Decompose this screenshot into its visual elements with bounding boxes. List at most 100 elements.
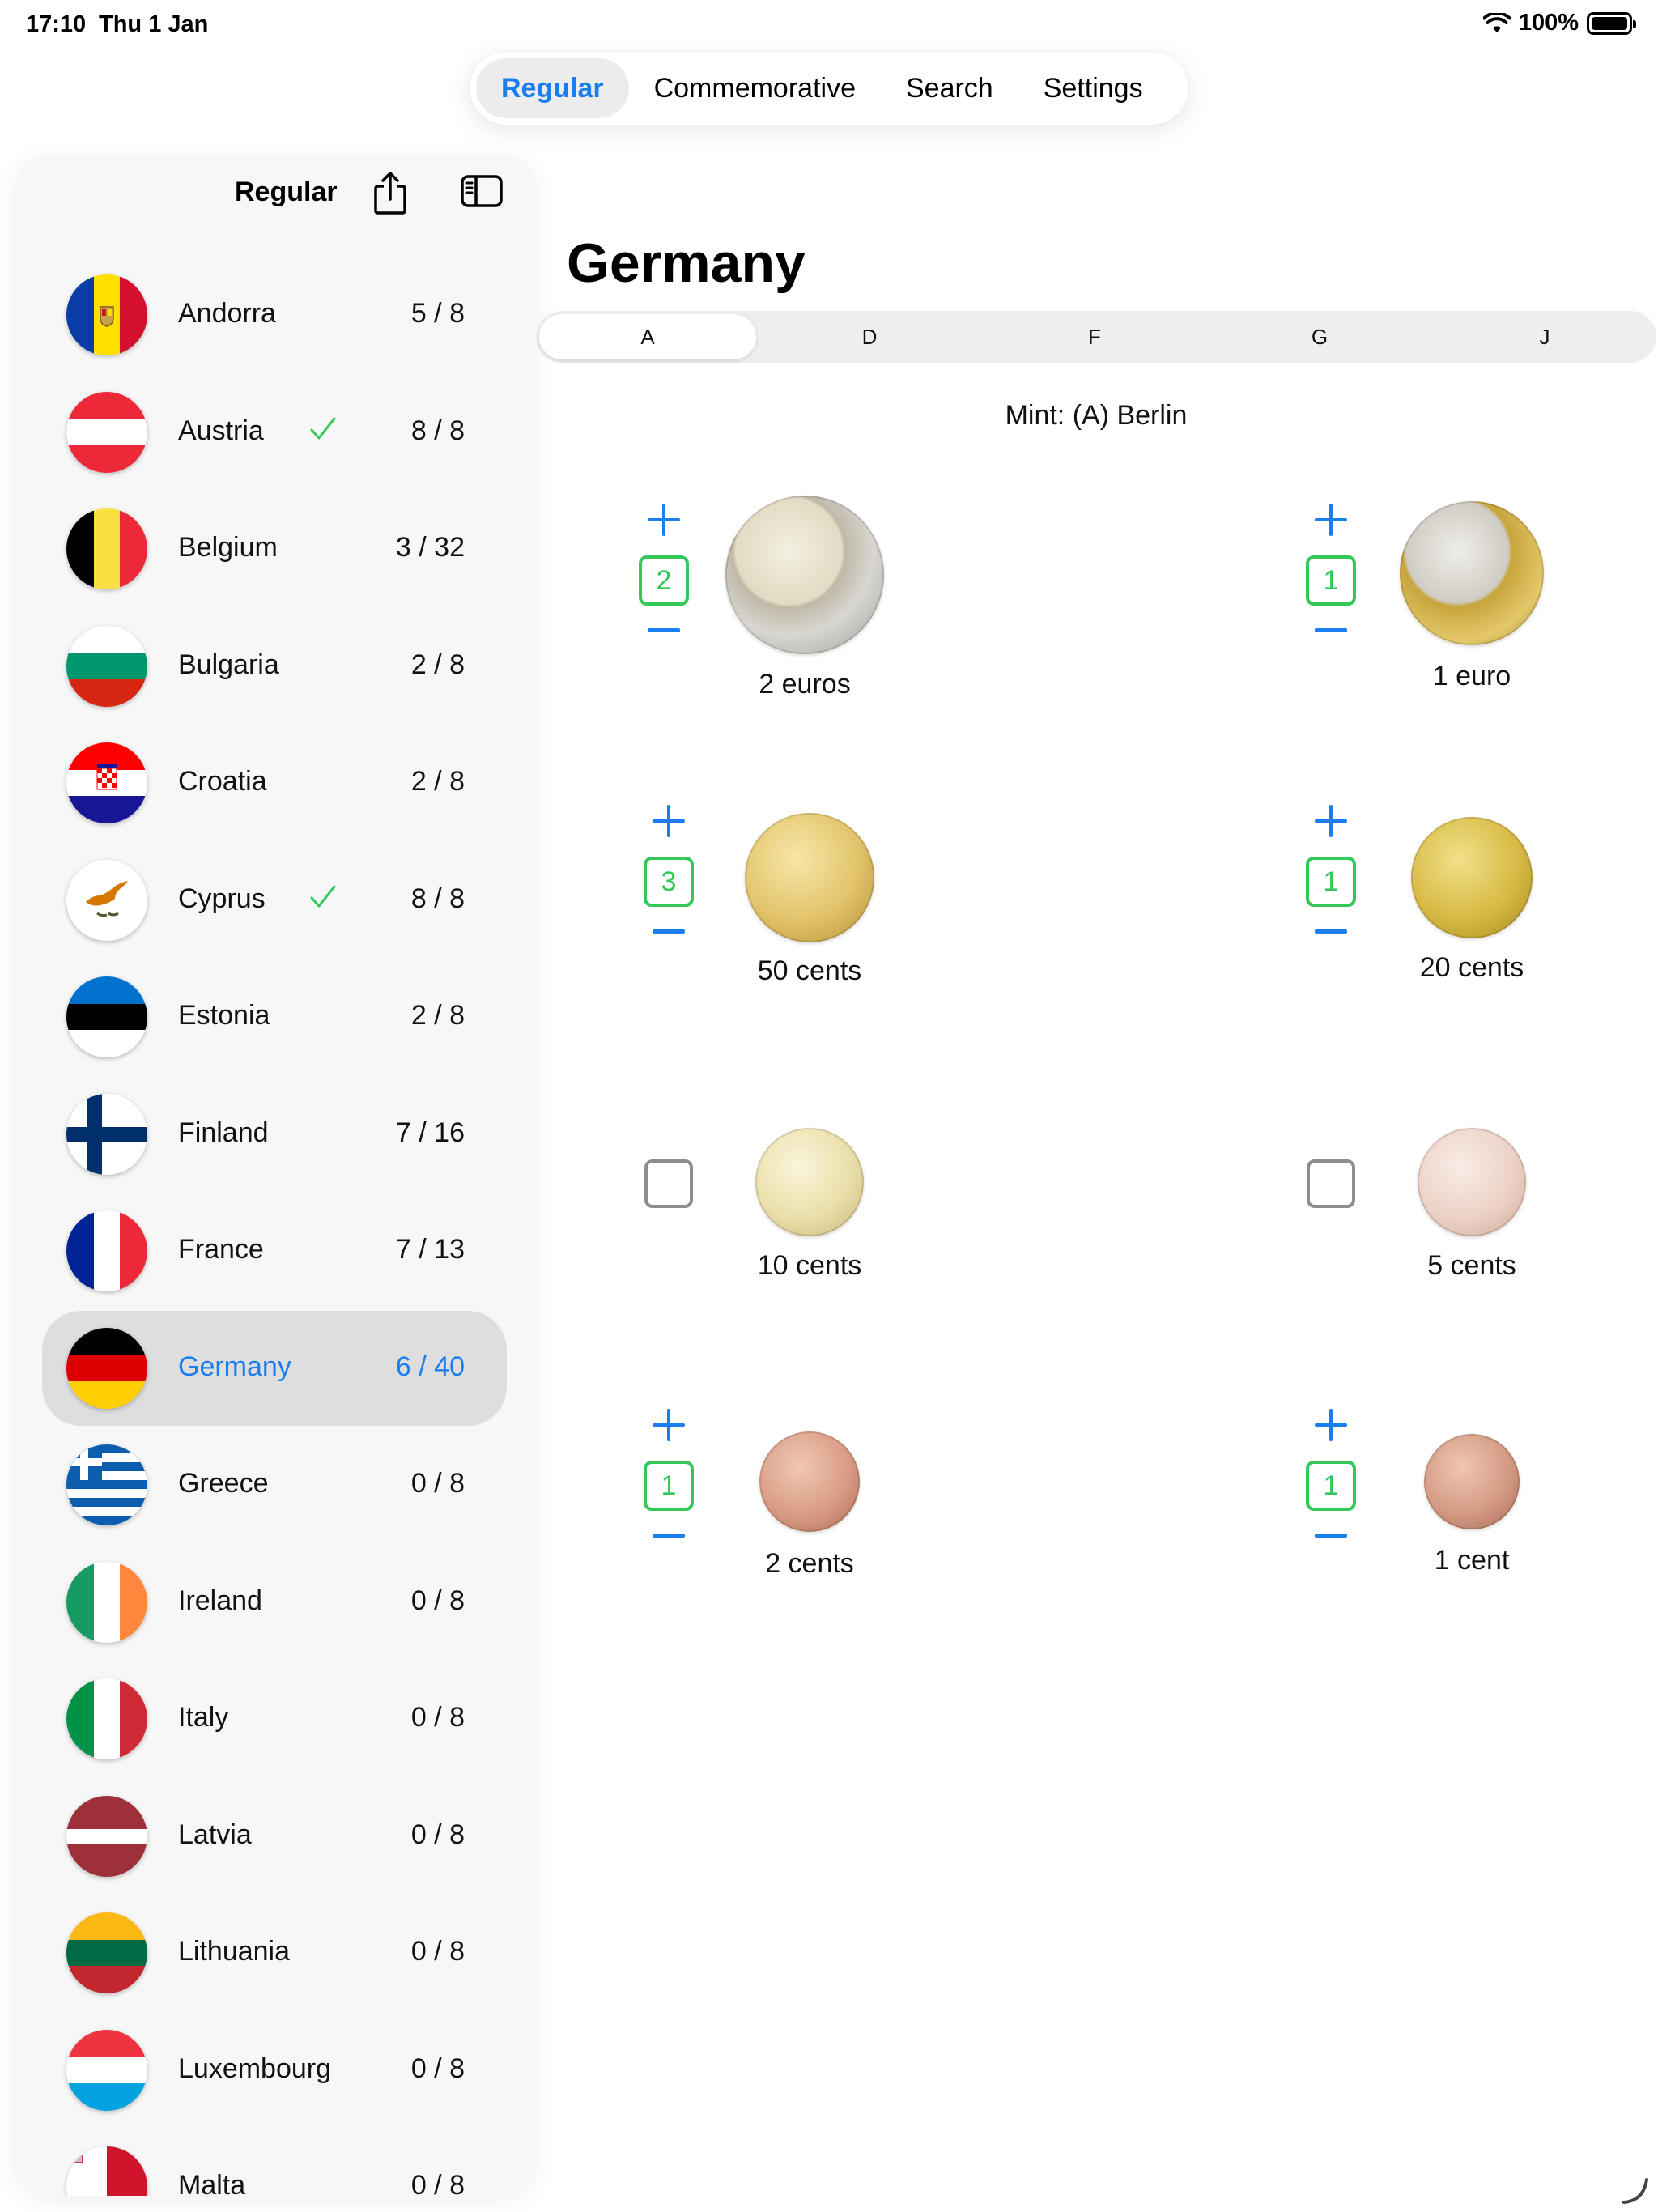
sidebar-item-ireland[interactable]: Ireland 0 / 8: [42, 1545, 507, 1660]
status-time: 17:10: [26, 11, 87, 37]
sidebar-item-greece[interactable]: Greece 0 / 8: [42, 1427, 507, 1542]
quantity-badge-2-euros: 2: [639, 555, 689, 606]
checkmark-icon: [310, 417, 336, 439]
sidebar-item-latvia[interactable]: Latvia 0 / 8: [42, 1779, 507, 1894]
sidebar-item-austria[interactable]: Austria 8 / 8: [42, 375, 507, 490]
country-count: 5 / 8: [410, 298, 465, 329]
coin-image-5-cents: [1418, 1128, 1526, 1236]
sidebar-item-andorra[interactable]: Andorra 5 / 8: [42, 257, 507, 372]
plus-icon[interactable]: [649, 802, 688, 840]
minus-icon[interactable]: [649, 1527, 688, 1543]
country-name: France: [178, 1234, 264, 1265]
mint-tab-a[interactable]: A: [539, 314, 756, 359]
flag-finland-icon: [66, 1093, 147, 1175]
flag-luxembourg-icon: [66, 2029, 147, 2111]
country-count: 8 / 8: [410, 415, 465, 446]
flag-lithuania-icon: [66, 1912, 147, 1993]
flag-croatia-icon: [66, 742, 147, 823]
country-count: 6 / 40: [395, 1351, 465, 1382]
flag-andorra-icon: [66, 274, 147, 355]
coin-label: 20 cents: [1419, 952, 1524, 983]
share-icon[interactable]: [371, 170, 410, 215]
country-name: Malta: [178, 2170, 246, 2196]
minus-icon[interactable]: [1312, 1527, 1350, 1543]
sidebar-item-germany[interactable]: Germany 6 / 40: [42, 1310, 507, 1426]
mint-tab-d[interactable]: D: [761, 314, 978, 359]
mint-tab-g[interactable]: G: [1211, 314, 1428, 359]
country-count: 0 / 8: [410, 1819, 465, 1850]
plus-icon[interactable]: [649, 1406, 688, 1444]
status-bar: 17:10 Thu 1 Jan 100%: [0, 0, 1658, 52]
country-count: 8 / 8: [410, 883, 465, 914]
flag-france-icon: [66, 1210, 147, 1291]
status-date: Thu 1 Jan: [99, 11, 209, 37]
battery-percent: 100%: [1518, 10, 1579, 36]
sidebar-item-cyprus[interactable]: Cyprus 8 / 8: [42, 843, 507, 958]
flag-latvia-icon: [66, 1795, 147, 1877]
plus-icon[interactable]: [1312, 802, 1350, 840]
tab-regular[interactable]: Regular: [476, 58, 629, 118]
quantity-badge-20-cents: 1: [1306, 857, 1356, 907]
minus-icon[interactable]: [649, 923, 688, 939]
mint-segmented-control: A D F G J: [536, 311, 1656, 363]
country-name: Andorra: [178, 298, 276, 329]
wifi-icon: [1482, 12, 1511, 32]
battery-icon: [1587, 11, 1636, 35]
tab-commemorative[interactable]: Commemorative: [629, 58, 881, 118]
sidebar-item-lithuania[interactable]: Lithuania 0 / 8: [42, 1895, 507, 2010]
tab-settings[interactable]: Settings: [1018, 58, 1168, 118]
resize-icon[interactable]: [1619, 2173, 1652, 2206]
top-tab-bar: Regular Commemorative Search Settings: [470, 52, 1188, 125]
quantity-badge-2-cents: 1: [644, 1461, 694, 1511]
country-count: 7 / 16: [395, 1117, 465, 1148]
country-name: Belgium: [178, 532, 278, 563]
flag-belgium-icon: [66, 508, 147, 589]
minus-icon[interactable]: [644, 622, 683, 638]
sidebar-toggle-icon[interactable]: [460, 173, 504, 209]
country-count: 0 / 8: [410, 2052, 465, 2084]
coin-image-50-cents: [745, 813, 874, 942]
country-name: Luxembourg: [178, 2052, 332, 2084]
coin-label: 1 cent: [1434, 1545, 1510, 1576]
mint-tab-j[interactable]: J: [1436, 314, 1653, 359]
quantity-badge-50-cents: 3: [644, 857, 694, 907]
country-name: Austria: [178, 415, 264, 446]
sidebar-item-luxembourg[interactable]: Luxembourg 0 / 8: [42, 2013, 507, 2128]
coin-label: 1 euro: [1432, 661, 1511, 691]
mint-tab-f[interactable]: F: [986, 314, 1203, 359]
country-count: 2 / 8: [410, 1000, 465, 1031]
country-name: Lithuania: [178, 1936, 291, 1967]
checkbox-10-cents[interactable]: [644, 1159, 693, 1208]
minus-icon[interactable]: [1312, 923, 1350, 939]
checkmark-icon: [310, 885, 336, 907]
plus-icon[interactable]: [1312, 1406, 1350, 1444]
flag-italy-icon: [66, 1678, 147, 1759]
sidebar-title: Regular: [235, 177, 338, 207]
tab-search[interactable]: Search: [881, 58, 1018, 118]
sidebar-item-belgium[interactable]: Belgium 3 / 32: [42, 491, 507, 606]
country-count: 0 / 8: [410, 1468, 465, 1499]
sidebar-item-malta[interactable]: Malta 0 / 8: [42, 2129, 507, 2196]
checkbox-5-cents[interactable]: [1307, 1159, 1355, 1208]
sidebar-item-croatia[interactable]: Croatia 2 / 8: [42, 725, 507, 840]
coin-image-20-cents: [1411, 817, 1533, 938]
flag-estonia-icon: [66, 976, 147, 1057]
plus-icon[interactable]: [644, 500, 683, 539]
minus-icon[interactable]: [1312, 622, 1350, 638]
country-name: Ireland: [178, 1585, 262, 1616]
sidebar-item-estonia[interactable]: Estonia 2 / 8: [42, 959, 507, 1074]
country-count: 3 / 32: [395, 532, 465, 563]
mint-label: Mint: (A) Berlin: [1005, 400, 1188, 431]
coin-label: 10 cents: [757, 1250, 862, 1281]
country-name: Bulgaria: [178, 649, 279, 680]
plus-icon[interactable]: [1312, 500, 1350, 539]
flag-ireland-icon: [66, 1561, 147, 1643]
country-name: Germany: [178, 1351, 291, 1382]
sidebar-item-france[interactable]: France 7 / 13: [42, 1193, 507, 1308]
page-title: Germany: [567, 232, 806, 294]
sidebar-item-italy[interactable]: Italy 0 / 8: [42, 1661, 507, 1776]
coin-image-1-euro: [1400, 501, 1544, 645]
sidebar-item-finland[interactable]: Finland 7 / 16: [42, 1077, 507, 1192]
country-count: 0 / 8: [410, 1936, 465, 1967]
sidebar-item-bulgaria[interactable]: Bulgaria 2 / 8: [42, 609, 507, 724]
